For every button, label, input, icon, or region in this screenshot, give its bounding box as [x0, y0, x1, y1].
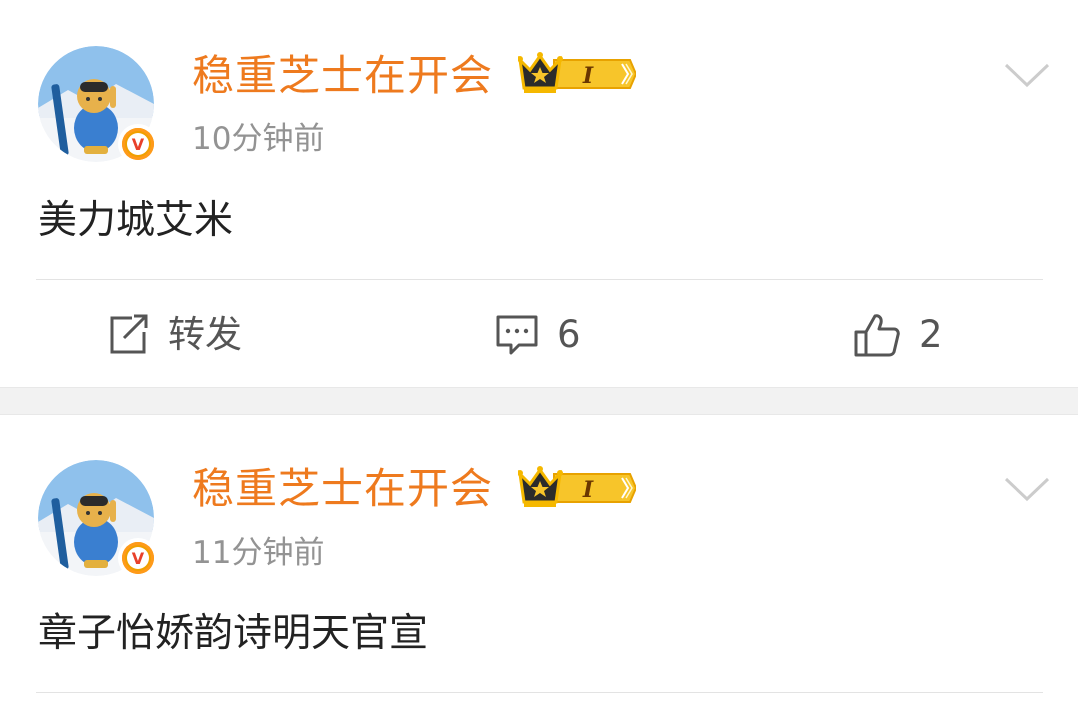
verified-v-icon: V [118, 538, 158, 578]
repost-button[interactable]: 转发 [104, 312, 242, 358]
post-card[interactable]: V 稳重芝士在开会 I 11分钟前 章子怡娇韵诗明天官宣 [0, 415, 1078, 701]
share-icon [110, 314, 148, 354]
like-count: 2 [919, 313, 943, 356]
divider [36, 692, 1043, 693]
crown-vip-icon[interactable]: I [518, 52, 636, 96]
post-content[interactable]: 美力城艾米 [38, 196, 233, 246]
chevron-down-icon[interactable] [1004, 476, 1050, 502]
avatar[interactable]: V [38, 46, 158, 164]
post-content[interactable]: 章子怡娇韵诗明天官宣 [38, 609, 428, 659]
timestamp: 10分钟前 [192, 121, 325, 157]
like-button[interactable]: 2 [853, 312, 943, 358]
comment-icon [496, 315, 538, 355]
thumbs-up-icon [854, 314, 900, 357]
post-card[interactable]: V 稳重芝士在开会 I 10分钟前 美力城艾米 转发 6 2 [0, 0, 1078, 387]
username[interactable]: 稳重芝士在开会 [192, 463, 493, 515]
svg-text:I: I [582, 477, 594, 503]
feed-separator [0, 387, 1078, 415]
repost-label: 转发 [168, 313, 242, 356]
timestamp: 11分钟前 [192, 535, 325, 571]
comment-count: 6 [557, 313, 581, 356]
divider [36, 279, 1043, 280]
avatar[interactable]: V [38, 460, 158, 578]
chevron-down-icon[interactable] [1004, 62, 1050, 88]
comment-button[interactable]: 6 [495, 312, 581, 358]
svg-text:I: I [582, 63, 594, 89]
crown-vip-icon[interactable]: I [518, 466, 636, 510]
verified-v-icon: V [118, 124, 158, 164]
weibo-feed: V 稳重芝士在开会 I 10分钟前 美力城艾米 转发 6 2 V 稳重芝士在开会… [0, 0, 1078, 701]
username[interactable]: 稳重芝士在开会 [192, 50, 493, 102]
